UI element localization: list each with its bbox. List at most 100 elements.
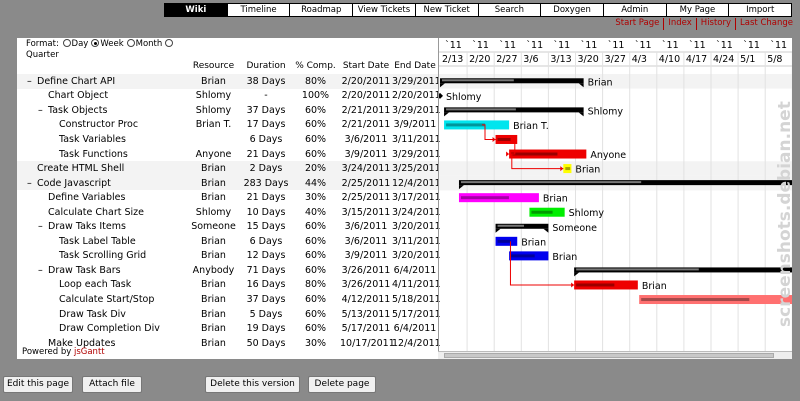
edit-this-page-button[interactable]: Edit this page [3, 376, 73, 393]
task-start: 3/26/2011 [341, 264, 391, 276]
task-duration: 50 Days [246, 337, 286, 349]
task-resource: Brian [201, 308, 226, 320]
radio-week[interactable] [91, 39, 100, 47]
table-row[interactable]: Task Scrolling Grid Brian 12 Days 60% 3/9/20… [17, 249, 441, 264]
collapse-toggle[interactable]: – [38, 105, 48, 116]
table-row[interactable]: Calculate Start/Stop Brian 37 Days 60% 4/12/… [17, 292, 441, 307]
task-start: 3/9/2011 [344, 250, 388, 262]
nav-tab-timeline[interactable]: Timeline [226, 3, 290, 17]
jsgantt-link[interactable]: jsGantt [74, 347, 105, 357]
task-pct: 40% [304, 206, 327, 218]
bar-label: Brian [575, 165, 600, 176]
table-row[interactable]: Loop each Task Brian 16 Days 80% 3/26/2011 4/… [17, 278, 441, 293]
task-duration: 71 Days [246, 264, 286, 276]
task-duration: 283 Days [243, 177, 289, 189]
task-name: Draw Completion Div [59, 323, 160, 335]
week-label: 3/27 [605, 54, 626, 65]
format-option-month[interactable]: Month [126, 39, 162, 49]
task-name: Code Javascript [37, 177, 111, 189]
task-progress [497, 137, 511, 141]
collapse-toggle[interactable]: – [38, 221, 48, 232]
gantt-scrollbar[interactable] [438, 351, 792, 359]
nav-tab-import[interactable]: Import [728, 3, 793, 17]
table-row[interactable]: – Define Chart API Brian 38 Days 80% 2/20/201… [17, 74, 441, 89]
nav-tab-view-tickets[interactable]: View Tickets [352, 3, 415, 17]
delete-page-button[interactable]: Delete page [308, 376, 376, 393]
format-option-week[interactable]: Week [90, 39, 124, 49]
task-name: Task Functions [59, 148, 128, 160]
task-duration: 15 Days [246, 221, 286, 233]
task-progress [531, 210, 553, 214]
group-end-left [495, 228, 501, 233]
scrollbar-thumb[interactable] [444, 353, 774, 358]
task-duration: 10 Days [246, 206, 286, 218]
radio-quarter[interactable] [165, 39, 174, 47]
nav-tab-my-page[interactable]: My Page [665, 3, 729, 17]
task-resource: Shlomy [195, 206, 232, 218]
task-name: Calculate Chart Size [48, 206, 145, 218]
table-row[interactable]: Task Variables 6 Days 60% 3/6/2011 3/11/2011 [17, 132, 441, 147]
metanav-history[interactable]: History [695, 18, 735, 30]
task-start: 2/21/2011 [341, 104, 391, 116]
group-progress [460, 181, 642, 184]
task-progress [497, 239, 511, 243]
task-start: 2/20/2011 [341, 90, 391, 102]
table-row[interactable]: – Draw Task Bars Anybody 71 Days 60% 3/26/201… [17, 263, 438, 278]
week-label: 3/6 [523, 54, 538, 65]
table-row[interactable]: Task Label Table Brian 6 Days 60% 3/6/2011 3/… [17, 234, 441, 249]
radio-day[interactable] [62, 39, 71, 47]
table-row[interactable]: – Task Objects Shlomy 37 Days 60% 2/21/2011 3/… [17, 103, 441, 118]
year-label: `11 [716, 40, 733, 51]
task-name: Define Chart API [37, 75, 116, 87]
metanav-start-page[interactable]: Start Page [611, 18, 663, 30]
format-option-day[interactable]: Day [62, 39, 88, 49]
table-row[interactable]: Define Variables Brian 21 Days 30% 2/25/2011… [17, 190, 441, 205]
collapse-toggle[interactable]: – [27, 178, 37, 189]
task-start: 3/9/2011 [344, 148, 388, 160]
table-row[interactable]: Chart Object Shlomy - 100% 2/20/2011 2/20/201… [17, 89, 441, 104]
nav-tab-wiki[interactable]: Wiki [164, 3, 227, 17]
format-label: Format: [26, 39, 59, 49]
task-duration: 21 Days [246, 192, 286, 204]
task-progress [511, 152, 558, 156]
task-name-cell: Draw Completion Div [17, 323, 186, 334]
task-duration: 17 Days [246, 119, 286, 131]
task-name-cell: Calculate Chart Size [17, 207, 186, 218]
week-label: 2/27 [496, 54, 517, 65]
table-row[interactable]: Calculate Chart Size Shlomy 10 Days 40% 3/15… [17, 205, 441, 220]
collapse-toggle[interactable]: – [27, 76, 37, 87]
task-pct: 20% [304, 163, 327, 175]
radio-month[interactable] [126, 39, 135, 47]
week-label: 2/13 [442, 54, 463, 65]
task-progress [565, 167, 571, 171]
table-row[interactable]: – Draw Taks Items Someone 15 Days 60% 3/6/201… [17, 220, 441, 235]
table-row[interactable]: Draw Completion Div Brian 19 Days 60% 5/17/2… [17, 321, 438, 336]
task-duration: 19 Days [246, 323, 286, 335]
collapse-toggle[interactable]: – [38, 265, 48, 276]
task-resource: Shlomy [195, 90, 232, 102]
nav-tab-doxygen[interactable]: Doxygen [540, 3, 603, 17]
task-end: 3/17/2011 [392, 192, 441, 204]
task-end: 3/9/2011 [393, 119, 437, 131]
table-row[interactable]: Draw Task Div Brian 5 Days 60% 5/13/2011 5/17… [17, 307, 441, 322]
task-resource: Brian [201, 163, 226, 175]
year-label: `11 [662, 40, 679, 51]
task-end: 3/29/2011 [392, 104, 441, 116]
powered-by: Powered by jsGantt [22, 347, 105, 357]
task-pct: 60% [304, 119, 327, 131]
nav-tab-admin[interactable]: Admin [602, 3, 666, 17]
task-pct: 80% [304, 75, 327, 87]
delete-this-version-button[interactable]: Delete this version [205, 376, 300, 393]
task-start: 2/21/2011 [341, 119, 391, 131]
metanav-index[interactable]: Index [663, 18, 695, 30]
table-row[interactable]: Constructor Proc Brian T. 17 Days 60% 2/21/2… [17, 118, 438, 133]
metanav-last-change[interactable]: Last Change [735, 18, 797, 30]
table-row[interactable]: Create HTML Shell Brian 2 Days 20% 3/24/2011… [17, 161, 441, 176]
table-row[interactable]: Task Functions Anyone 21 Days 60% 3/9/2011 3/… [17, 147, 441, 162]
table-row[interactable]: – Code Javascript Brian 283 Days 44% 2/25/201… [17, 175, 441, 191]
attach-file-button[interactable]: Attach file [82, 376, 142, 393]
nav-tab-roadmap[interactable]: Roadmap [289, 3, 353, 17]
nav-tab-new-ticket[interactable]: New Ticket [414, 3, 478, 17]
nav-tab-search[interactable]: Search [477, 3, 541, 17]
group-progress [442, 79, 514, 82]
